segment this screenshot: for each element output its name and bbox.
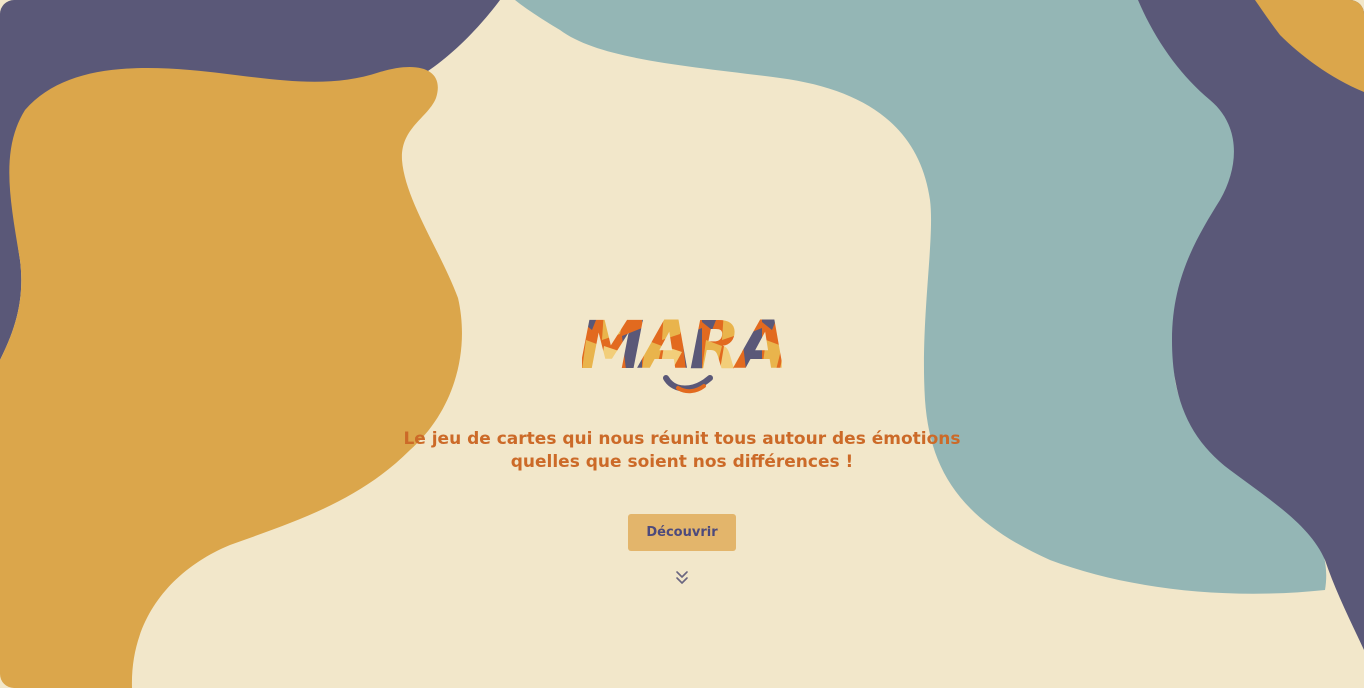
chevron-double-down-icon[interactable]	[674, 569, 690, 587]
landing-page: MARA Le jeu de cartes qui nous réunit to…	[0, 0, 1364, 688]
hero-section: MARA Le jeu de cartes qui nous réunit to…	[0, 0, 1364, 688]
hero-tagline: Le jeu de cartes qui nous réunit tous au…	[382, 428, 982, 474]
tagline-line-2: quelles que soient nos différences !	[510, 452, 854, 472]
logo-wordmark: MARA	[582, 307, 782, 384]
mara-logo: MARA	[582, 307, 782, 394]
discover-button[interactable]: Découvrir	[628, 514, 736, 551]
tagline-line-1: Le jeu de cartes qui nous réunit tous au…	[403, 429, 961, 449]
